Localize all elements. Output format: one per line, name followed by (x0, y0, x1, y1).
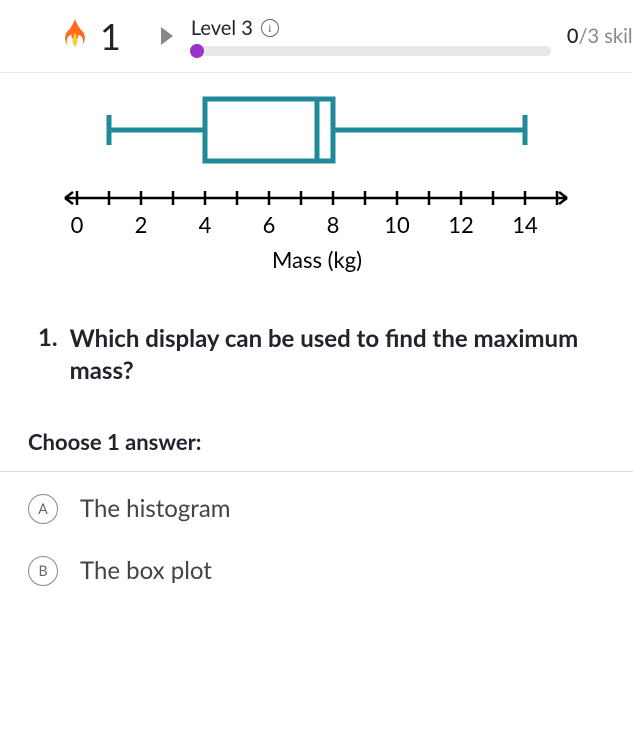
x-axis-label: Mass (kg) (271, 246, 361, 273)
level-block: Level 3 i (191, 16, 551, 56)
boxplot-chart: 0 2 4 6 8 10 12 14 Mass (kg) (0, 73, 633, 293)
answer-option-b[interactable]: B The box plot (0, 546, 633, 608)
answer-letter: A (28, 494, 58, 524)
question-number: 1. (38, 323, 58, 388)
answer-letter: B (28, 556, 58, 586)
answers-list: A The histogram B The box plot (0, 471, 633, 608)
play-icon[interactable] (161, 27, 173, 45)
tick-label: 10 (384, 211, 410, 238)
streak-count: 1 (100, 14, 121, 58)
tick-label: 4 (198, 211, 211, 238)
tick-label: 2 (134, 211, 147, 238)
progress-dot (190, 44, 204, 58)
tick-label: 12 (448, 211, 474, 238)
tick-label: 0 (70, 211, 83, 238)
level-label: Level 3 (191, 16, 253, 40)
answer-text: The box plot (80, 556, 212, 585)
flame-icon (60, 19, 90, 53)
answer-text: The histogram (80, 494, 231, 523)
question-block: 1. Which display can be used to find the… (0, 293, 633, 388)
streak-indicator: 1 (60, 14, 121, 58)
tick-label: 14 (512, 211, 538, 238)
answer-option-a[interactable]: A The histogram (0, 472, 633, 546)
info-icon[interactable]: i (261, 19, 279, 37)
tick-label: 6 (262, 211, 275, 238)
tick-label: 8 (326, 211, 339, 238)
skills-count: 0/3 skills (567, 24, 633, 48)
progress-bar (191, 46, 551, 56)
question-text: Which display can be used to find the ma… (70, 323, 595, 388)
header-bar: 1 Level 3 i 0/3 skills (0, 0, 633, 73)
choose-label: Choose 1 answer: (0, 388, 633, 471)
